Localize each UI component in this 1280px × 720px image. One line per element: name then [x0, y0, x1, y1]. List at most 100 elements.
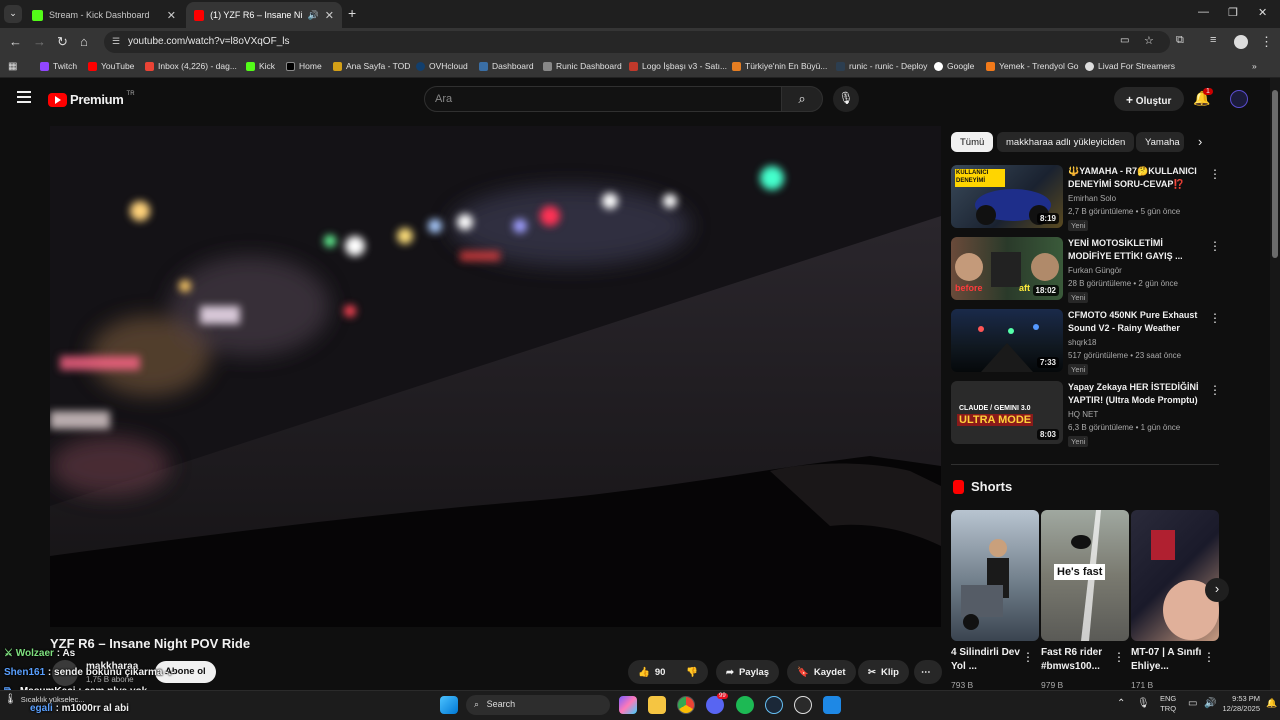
tab-youtube-video[interactable]: (1) YZF R6 – Insane Night P 🔊 ✕	[186, 2, 342, 28]
bookmark-dashboard[interactable]: Dashboard	[479, 61, 534, 71]
bookmark-runic-dashboard[interactable]: Runic Dashboard	[543, 61, 622, 71]
like-button[interactable]: 👍 90	[628, 660, 678, 684]
profile-avatar[interactable]	[1234, 35, 1248, 49]
bookmark-home[interactable]: Home	[286, 61, 322, 71]
notifications-button[interactable]: 🔔 1	[1193, 88, 1213, 107]
apps-icon[interactable]: ▦	[8, 61, 17, 72]
more-options-icon[interactable]: ⋮	[1209, 239, 1221, 253]
obs-icon[interactable]	[794, 696, 812, 714]
steam-icon[interactable]	[765, 696, 783, 714]
home-button[interactable]: ⌂	[80, 34, 88, 49]
bookmark-yemek[interactable]: Yemek - Trendyol Go	[986, 61, 1079, 71]
extensions-icon[interactable]: ⧉	[1176, 34, 1184, 47]
menu-icon[interactable]: ⋮	[1260, 34, 1273, 50]
more-options-icon[interactable]: ⋮	[1209, 311, 1221, 325]
bookmark-tod[interactable]: Ana Sayfa - TOD	[333, 61, 410, 71]
short-thumbnail[interactable]	[1131, 510, 1219, 641]
new-tab-button[interactable]: +	[348, 5, 356, 21]
search-input[interactable]: Ara	[424, 86, 782, 112]
dislike-button[interactable]: 👎	[678, 660, 708, 684]
youtube-play-icon	[48, 92, 67, 107]
file-explorer-icon[interactable]	[648, 696, 666, 714]
video-player[interactable]	[50, 126, 941, 627]
bookmark-turkiye[interactable]: Türkiye'nin En Büyü...	[732, 61, 827, 71]
chrome-icon[interactable]	[677, 696, 695, 714]
recommended-video[interactable]: KULLANICI DENEYİMİ 8:19 🔱YAMAHA - R7🤔KUL…	[951, 165, 1221, 231]
back-button[interactable]: ←	[9, 34, 22, 49]
recommended-video[interactable]: 7:33 CFMOTO 450NK Pure Exhaust Sound V2 …	[951, 309, 1221, 375]
volume-icon[interactable]: 🔊	[1204, 698, 1216, 709]
video-thumbnail[interactable]: KULLANICI DENEYİMİ 8:19	[951, 165, 1063, 228]
hamburger-menu-icon[interactable]	[17, 91, 31, 103]
url-input[interactable]: ☰ youtube.com/watch?v=l8oVXqOF_ls ▭ ☆	[104, 31, 1170, 53]
more-actions-button[interactable]: ⋯	[914, 660, 942, 684]
more-options-icon[interactable]: ⋮	[1022, 650, 1034, 664]
weather-widget[interactable]: 🌡 Sıcaklık yükselec...	[4, 694, 84, 705]
copilot-icon[interactable]	[619, 696, 637, 714]
video-thumbnail[interactable]: before aft 18:02	[951, 237, 1063, 300]
more-options-icon[interactable]: ⋮	[1209, 167, 1221, 181]
tab-kick-dashboard[interactable]: Stream - Kick Dashboard ✕	[24, 2, 184, 28]
clock[interactable]: 9:53 PM 12/28/2025	[1222, 694, 1260, 714]
speaker-icon[interactable]: 🔊	[308, 10, 319, 21]
shorts-next-button[interactable]: ›	[1205, 578, 1229, 602]
more-options-icon[interactable]: ⋮	[1209, 383, 1221, 397]
save-button[interactable]: 🔖 Kaydet	[787, 660, 856, 684]
chip-yamaha[interactable]: Yamaha	[1136, 132, 1184, 152]
bookmark-inbox[interactable]: Inbox (4,226) - dag...	[145, 61, 237, 71]
app-g-icon[interactable]	[823, 696, 841, 714]
bookmark-logo-isbasi[interactable]: Logo İşbaşı v3 - Satı...	[629, 61, 727, 71]
account-avatar[interactable]	[1230, 90, 1248, 108]
chevron-right-icon[interactable]: ›	[1198, 134, 1202, 149]
short-thumbnail[interactable]	[951, 510, 1039, 641]
language-indicator[interactable]: ENG TRQ	[1160, 694, 1176, 714]
reload-button[interactable]: ↻	[57, 34, 68, 50]
maximize-button[interactable]: ❐	[1228, 6, 1238, 19]
clip-button[interactable]: ✂ Klip	[858, 660, 909, 684]
voice-search-button[interactable]: 🎙	[833, 86, 859, 112]
bookmark-runic-deploy[interactable]: runic - runic - Deploy	[836, 61, 927, 71]
close-icon[interactable]: ✕	[325, 9, 334, 22]
video-title: YENİ MOTOSİKLETİMİ MODİFİYE ETTİK! GAYIŞ…	[1068, 238, 1183, 261]
forward-button[interactable]: →	[33, 34, 46, 49]
more-options-icon[interactable]: ⋮	[1113, 650, 1125, 664]
scrollbar-thumb[interactable]	[1272, 90, 1278, 258]
taskbar-search[interactable]: ⌕ Search	[466, 695, 610, 715]
create-button[interactable]: + Oluştur	[1114, 87, 1184, 111]
notifications-icon[interactable]: 🔔	[1266, 698, 1277, 709]
close-icon[interactable]: ✕	[167, 9, 176, 22]
bookmark-kick[interactable]: Kick	[246, 61, 275, 71]
spotify-icon[interactable]	[736, 696, 754, 714]
chip-from-uploader[interactable]: makkharaa adlı yükleyiciden	[997, 132, 1135, 152]
more-options-icon[interactable]: ⋮	[1203, 650, 1215, 664]
video-thumbnail[interactable]: CLAUDE / GEMINI 3.0 ULTRA MODE 8:03	[951, 381, 1063, 444]
search-button[interactable]: ⌕	[781, 86, 823, 112]
more-bookmarks-icon[interactable]: »	[1252, 61, 1257, 71]
youtube-logo[interactable]: Premium TR	[48, 91, 135, 107]
create-label: Oluştur	[1135, 96, 1172, 107]
recommended-video[interactable]: CLAUDE / GEMINI 3.0 ULTRA MODE 8:03 Yapa…	[951, 381, 1221, 447]
channel-name: Emirhan Solo	[1068, 194, 1117, 203]
share-button[interactable]: ➦ Paylaş	[716, 660, 780, 684]
bookmark-google[interactable]: Google	[934, 61, 974, 71]
short-thumbnail[interactable]: He's fast	[1041, 510, 1129, 641]
minimize-button[interactable]: —	[1198, 6, 1209, 18]
bookmark-star-icon[interactable]: ☆	[1144, 34, 1154, 47]
windows-start-icon[interactable]	[440, 696, 458, 714]
network-icon[interactable]: ▭	[1188, 698, 1197, 709]
bookmark-ovhcloud[interactable]: OVHcloud	[416, 61, 468, 71]
site-info-icon[interactable]: ☰	[112, 36, 120, 47]
media-icon[interactable]: ≡	[1210, 34, 1216, 46]
shorts-icon	[953, 479, 964, 494]
chip-all[interactable]: Tümü	[951, 132, 994, 152]
bookmark-twitch[interactable]: Twitch	[40, 61, 77, 71]
chevron-up-icon[interactable]: ⌃	[1117, 698, 1125, 709]
video-thumbnail[interactable]: 7:33	[951, 309, 1063, 372]
bookmark-youtube[interactable]: YouTube	[88, 61, 134, 71]
window-close-button[interactable]: ✕	[1258, 6, 1267, 19]
bookmark-livad[interactable]: Livad For Streamers	[1085, 61, 1175, 71]
recommended-video[interactable]: before aft 18:02 YENİ MOTOSİKLETİMİ MODİ…	[951, 237, 1221, 303]
mic-tray-icon[interactable]: 🎙	[1137, 698, 1150, 709]
tab-search-button[interactable]: ⌄	[4, 5, 22, 23]
cast-icon[interactable]: ▭	[1120, 35, 1129, 46]
